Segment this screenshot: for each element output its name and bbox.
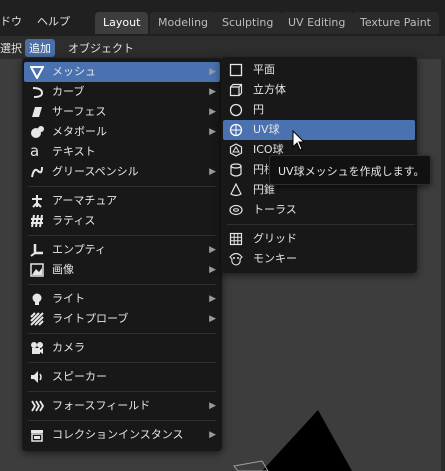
- tab-sculpting[interactable]: Sculpting: [214, 12, 282, 34]
- menu-separator: [28, 362, 216, 363]
- collection-instance-icon: [31, 430, 43, 442]
- add-menu-item-speaker[interactable]: スピーカー: [24, 367, 220, 387]
- add-menu-item-light[interactable]: ライト ▶: [24, 289, 220, 309]
- add-menu-item-camera[interactable]: カメラ: [24, 338, 220, 358]
- add-menu-item-grease-pencil[interactable]: グリースペンシル ▶: [24, 162, 220, 182]
- submenu-arrow-icon: ▶: [209, 294, 216, 304]
- menu-separator: [28, 186, 216, 187]
- menu-separator: [28, 284, 216, 285]
- lattice-icon: [31, 214, 43, 228]
- menu-select[interactable]: 選択: [0, 40, 22, 56]
- circle-icon: [229, 103, 243, 117]
- tab-uv-editing[interactable]: UV Editing: [280, 12, 354, 34]
- add-menu-item-metaball[interactable]: メタボール ▶: [24, 122, 220, 142]
- armature-icon: [32, 195, 42, 208]
- add-menu-item-collection-instance[interactable]: コレクションインスタンス ▶: [24, 425, 220, 445]
- submenu-arrow-icon: ▶: [209, 87, 216, 97]
- light-probe-icon: [30, 312, 44, 326]
- grease-pencil-icon: [31, 166, 43, 178]
- mesh-item-circle[interactable]: 円: [223, 100, 415, 120]
- top-bar: ドウ ヘルプ Layout Modeling Sculpting UV Edit…: [0, 0, 445, 36]
- tab-texture-paint[interactable]: Texture Paint: [352, 12, 439, 34]
- add-menu-item-lattice[interactable]: ラティス: [24, 211, 220, 231]
- menu-separator: [227, 224, 415, 225]
- tooltip: UV球メッシュを作成します。: [269, 155, 431, 185]
- cylinder-icon: [230, 163, 242, 177]
- menu-help[interactable]: ヘルプ: [37, 13, 70, 29]
- add-menu-item-curve[interactable]: カーブ ▶: [24, 82, 220, 102]
- text-icon: a: [30, 142, 40, 160]
- mesh-item-cube[interactable]: 立方体: [223, 80, 415, 100]
- submenu-arrow-icon: ▶: [209, 265, 216, 275]
- menu-window[interactable]: ドウ: [0, 13, 22, 29]
- viewport-header: 選択 追加 オブジェクト: [0, 36, 445, 59]
- tab-layout[interactable]: Layout: [95, 12, 149, 34]
- menu-separator: [28, 333, 216, 334]
- submenu-arrow-icon: ▶: [209, 314, 216, 324]
- ico-sphere-icon: [229, 143, 243, 157]
- submenu-arrow-icon: ▶: [209, 430, 216, 440]
- add-menu-item-force-field[interactable]: フォースフィールド ▶: [24, 396, 220, 416]
- cone-icon: [230, 183, 242, 197]
- metaball-icon: [31, 126, 44, 138]
- image-icon: [30, 263, 44, 277]
- torus-icon: [229, 204, 243, 216]
- add-menu-item-empty[interactable]: エンプティ ▶: [24, 240, 220, 260]
- menu-object[interactable]: オブジェクト: [68, 40, 134, 56]
- menu-separator: [28, 235, 216, 236]
- add-menu-item-image[interactable]: 画像 ▶: [24, 260, 220, 280]
- submenu-arrow-icon: ▶: [209, 167, 216, 177]
- empty-icon: [30, 244, 43, 257]
- add-menu-item-armature[interactable]: アーマチュア: [24, 191, 220, 211]
- mesh-item-uv-sphere[interactable]: UV球: [223, 120, 415, 140]
- menu-separator: [28, 420, 216, 421]
- camera-icon: [31, 342, 43, 354]
- menu-add[interactable]: 追加: [25, 39, 55, 57]
- viewport-edge: [441, 59, 445, 471]
- mesh-icon: [30, 66, 44, 79]
- cone-object: [262, 410, 352, 471]
- tab-modeling[interactable]: Modeling: [150, 12, 217, 34]
- monkey-icon: [229, 252, 243, 266]
- submenu-arrow-icon: ▶: [209, 401, 216, 411]
- mesh-item-grid[interactable]: グリッド: [223, 229, 415, 249]
- mouse-cursor-icon: [292, 130, 306, 151]
- add-menu-item-light-probe[interactable]: ライトプローブ ▶: [24, 309, 220, 329]
- submenu-arrow-icon: ▶: [209, 127, 216, 137]
- speaker-icon: [31, 371, 42, 383]
- force-field-icon: [31, 400, 44, 412]
- mesh-item-plane[interactable]: 平面: [223, 60, 415, 80]
- add-menu-item-mesh[interactable]: メッシュ ▶: [24, 62, 220, 82]
- surface-icon: [32, 107, 42, 117]
- menu-separator: [28, 391, 216, 392]
- cone-outline: [233, 460, 269, 471]
- light-icon: [32, 293, 42, 305]
- cube-icon: [229, 83, 243, 97]
- tooltip-text: UV球メッシュを作成します。: [278, 165, 425, 178]
- submenu-arrow-icon: ▶: [209, 107, 216, 117]
- add-menu: メッシュ ▶ カーブ ▶ サーフェス ▶ メタボール ▶ a テキスト グリース…: [22, 58, 222, 451]
- plane-icon: [229, 63, 243, 77]
- uv-sphere-icon: [229, 123, 243, 137]
- submenu-arrow-icon: ▶: [209, 67, 216, 77]
- curve-icon: [32, 87, 44, 98]
- mesh-item-torus[interactable]: トーラス: [223, 200, 415, 220]
- mesh-item-monkey[interactable]: モンキー: [223, 249, 415, 269]
- add-menu-item-surface[interactable]: サーフェス ▶: [24, 102, 220, 122]
- submenu-arrow-icon: ▶: [209, 245, 216, 255]
- add-menu-item-text[interactable]: a テキスト: [24, 142, 220, 162]
- grid-icon: [229, 232, 243, 246]
